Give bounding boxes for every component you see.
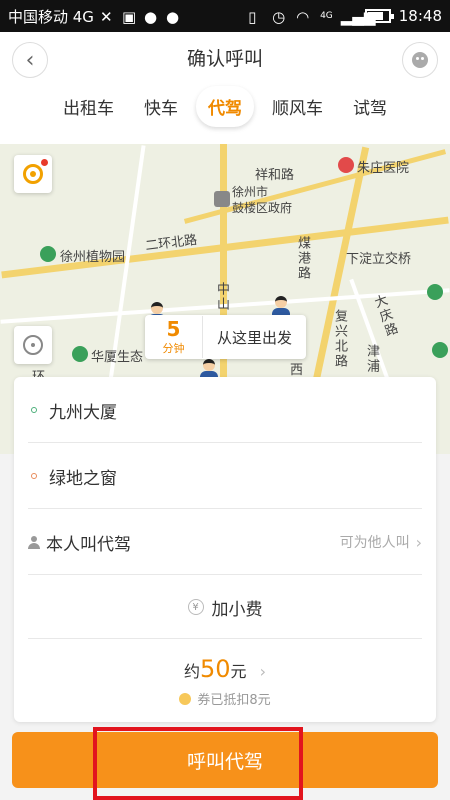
price-value: 50: [199, 655, 231, 683]
call-for-others-label: 可为他人叫: [339, 535, 410, 551]
chat-face-icon: [412, 52, 428, 68]
map-label: 中山: [214, 282, 229, 312]
destination-row[interactable]: 绿地之窗: [14, 443, 436, 509]
image-icon: ▣: [121, 8, 137, 26]
battery-icon: [364, 9, 394, 23]
status-bar: 中国移动 4G ✕ ▣ ● ● ▯ ◷ ◠ 4G ▂▄▆ 18:48: [0, 0, 450, 32]
price-prefix: 约: [183, 662, 200, 681]
service-tabs: 出租车 快车 代驾 顺风车 试驾: [0, 86, 450, 127]
android-icon: ●: [143, 8, 158, 26]
map-label: 西: [290, 363, 304, 378]
park-icon: [432, 342, 448, 358]
map-label: 津浦: [364, 344, 379, 374]
caller-label: 本人叫代驾: [46, 534, 131, 555]
eta-minutes: 5: [166, 317, 181, 341]
start-dot-icon: [31, 407, 37, 413]
hospital-icon: [338, 157, 354, 173]
locate-button[interactable]: [14, 326, 52, 364]
park-icon: [40, 246, 56, 262]
map-label: 祥和路: [255, 168, 295, 183]
order-form-card: 九州大厦 绿地之窗 本人叫代驾 可为他人叫 › ¥ 加小费 约50元 › 券已抵…: [14, 377, 436, 722]
locate-icon: [23, 335, 43, 355]
notification-dot: [41, 159, 48, 166]
steering-wheel-icon: [23, 164, 43, 184]
map-label: 徐州市 鼓楼区政府: [232, 185, 293, 215]
highlight-box: [93, 727, 303, 800]
driver-service-button[interactable]: [14, 155, 52, 193]
map-label: 下淀立交桥: [346, 252, 412, 267]
tab-express[interactable]: 快车: [132, 86, 190, 127]
pickup-eta-bubble[interactable]: 5 分钟 从这里出发: [145, 315, 307, 359]
start-location: 九州大厦: [49, 402, 117, 423]
tip-row[interactable]: ¥ 加小费: [14, 575, 436, 639]
yen-icon: ¥: [187, 599, 204, 615]
carrier-text: 中国移动 4G: [8, 7, 94, 26]
coupon-info: 券已抵扣8元: [14, 689, 436, 708]
park-icon: [72, 346, 88, 362]
notification-icon: ✕: [99, 8, 113, 26]
clock: 18:48: [398, 7, 442, 25]
start-from-here-label: 从这里出发: [217, 328, 293, 347]
call-for-others-link[interactable]: 可为他人叫 ›: [340, 532, 422, 552]
map-label: 复兴北路: [332, 309, 347, 369]
map-label: 朱庄医院: [357, 161, 410, 176]
price-unit: 元: [230, 662, 247, 681]
signal-icon: ▂▄▆: [340, 8, 376, 26]
network-type: 4G: [320, 11, 333, 21]
page-title: 确认呼叫: [186, 48, 263, 70]
map-label: 华厦生态: [91, 350, 144, 365]
message-button[interactable]: [402, 42, 438, 78]
tip-label: 加小费: [211, 599, 263, 620]
park-icon: [427, 284, 443, 300]
price-estimate[interactable]: 约50元 ›: [14, 655, 436, 683]
start-location-row[interactable]: 九州大厦: [14, 377, 436, 443]
tab-carpool[interactable]: 顺风车: [260, 86, 335, 127]
wifi-icon: ◠: [296, 8, 310, 26]
tab-designated-driver[interactable]: 代驾: [196, 86, 254, 127]
map-label: 煤港路: [295, 236, 310, 281]
person-icon: [28, 535, 40, 549]
header: ‹ 确认呼叫 出租车 快车 代驾 顺风车 试驾: [0, 32, 450, 144]
app-icon: ●: [165, 8, 180, 26]
tab-taxi[interactable]: 出租车: [51, 86, 126, 127]
tab-test-drive[interactable]: 试驾: [341, 86, 399, 127]
chevron-right-icon: ›: [259, 662, 267, 681]
map-label: 徐州植物园: [60, 250, 126, 265]
destination-location: 绿地之窗: [49, 468, 117, 489]
chevron-right-icon: ›: [415, 532, 422, 552]
coupon-text: 券已抵扣8元: [197, 693, 271, 708]
caller-row[interactable]: 本人叫代驾 可为他人叫 ›: [14, 509, 436, 575]
destination-dot-icon: [31, 473, 37, 479]
vibrate-icon: ▯: [248, 8, 257, 26]
eta-unit: 分钟: [162, 342, 185, 355]
alarm-icon: ◷: [272, 8, 286, 26]
government-icon: [214, 191, 230, 207]
coupon-icon: [179, 693, 192, 705]
